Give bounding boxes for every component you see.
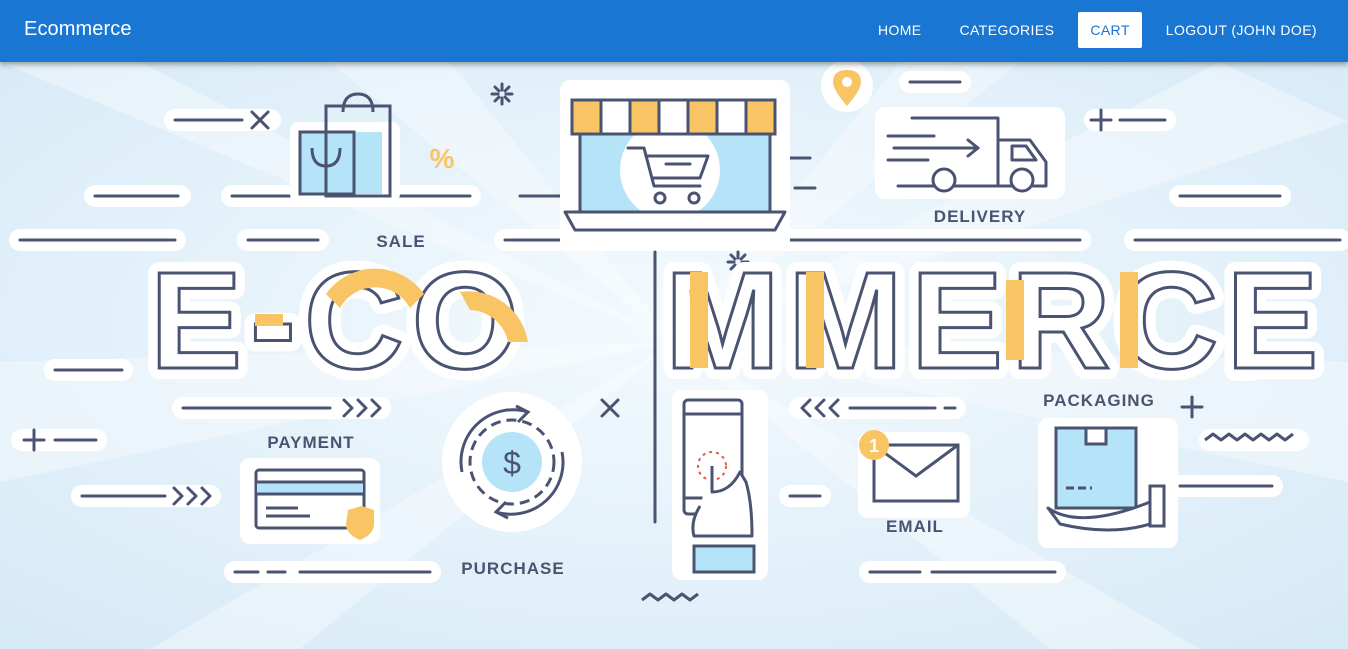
percent-icon: % xyxy=(430,143,455,174)
label-delivery: DELIVERY xyxy=(934,207,1026,226)
top-nav: HOME CATEGORIES CART LOGOUT (JOHN DOE) xyxy=(854,12,1331,48)
smartphone-hand-icon xyxy=(672,390,768,580)
dollar-cycle-icon: $ xyxy=(442,392,582,532)
email-badge: 1 xyxy=(869,436,879,456)
title-left: E-CO xyxy=(150,244,527,398)
nav-home-button[interactable]: HOME xyxy=(864,12,936,48)
label-payment: PAYMENT xyxy=(267,433,354,452)
ecommerce-illustration: % SALE DELIVERY PAYMENT PURCHASE EMAIL P… xyxy=(0,62,1348,649)
brand-title[interactable]: Ecommerce xyxy=(24,18,132,41)
ecommerce-title: E-CO E-CO MMERCE MMERCE xyxy=(139,233,1329,409)
delivery-truck-icon xyxy=(875,107,1065,199)
hero-banner: % SALE DELIVERY PAYMENT PURCHASE EMAIL P… xyxy=(0,62,1348,649)
nav-logout-button[interactable]: LOGOUT (JOHN DOE) xyxy=(1152,12,1331,48)
label-email: EMAIL xyxy=(886,517,944,536)
credit-card-icon xyxy=(240,458,380,544)
dollar-symbol: $ xyxy=(503,445,521,481)
storefront-laptop-icon xyxy=(560,80,790,250)
nav-cart-button[interactable]: CART xyxy=(1078,12,1142,48)
title-right: MMERCE xyxy=(665,244,1326,398)
nav-categories-button[interactable]: CATEGORIES xyxy=(946,12,1069,48)
label-purchase: PURCHASE xyxy=(461,559,564,578)
app-bar: Ecommerce HOME CATEGORIES CART LOGOUT (J… xyxy=(0,0,1348,62)
email-envelope-icon: 1 xyxy=(858,430,970,518)
location-pin-icon xyxy=(821,62,873,112)
package-hand-icon xyxy=(1038,418,1178,548)
